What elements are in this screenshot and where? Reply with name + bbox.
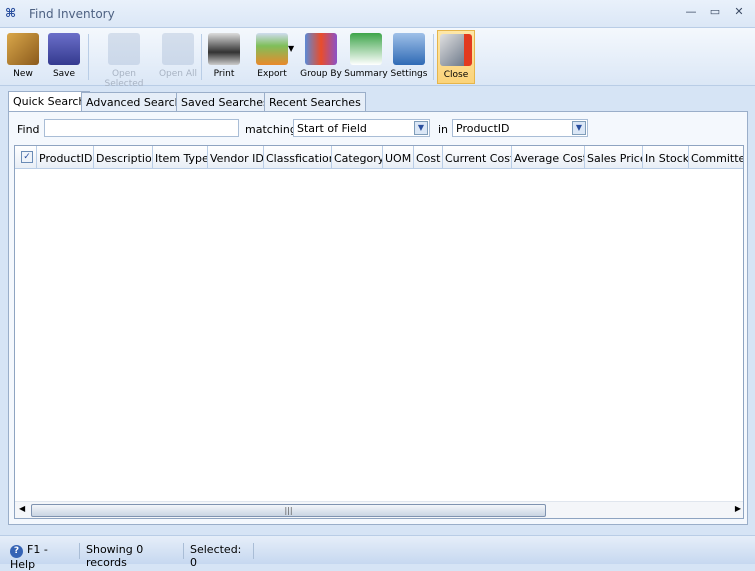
quick-search-panel: Find matching Start of Field ▼ in Product… [8,111,748,525]
binoculars-icon: ⌘ [5,6,17,20]
maximize-button[interactable]: ▭ [706,5,724,21]
export-icon [256,33,288,65]
column-header[interactable]: Average Cost [512,146,585,169]
window-title: Find Inventory [29,7,115,21]
results-grid: ✓ ProductID Description Item Type Vendor… [14,145,744,519]
select-all-column[interactable]: ✓ [15,146,37,169]
column-header[interactable]: Sales Price [585,146,643,169]
settings-button[interactable]: Settings [390,30,428,84]
help-icon: ? [10,545,23,558]
floppy-icon [48,33,80,65]
column-header[interactable]: Vendor ID [208,146,264,169]
matching-select[interactable]: Start of Field ▼ [293,119,430,137]
close-window-button[interactable]: ✕ [730,5,748,21]
find-input[interactable] [44,119,239,137]
minimize-button[interactable]: — [682,5,700,21]
column-header[interactable]: ProductID [37,146,94,169]
status-bar: ? F1 - Help Showing 0 records Selected: 0 [0,535,755,571]
column-header[interactable]: Current Cost [443,146,512,169]
close-window-icon [440,34,472,66]
tab-quick-search[interactable]: Quick Search [8,91,91,112]
group-by-button[interactable]: Group By [300,30,342,84]
open-all-icon [162,33,194,65]
tab-recent-searches[interactable]: Recent Searches [264,92,366,112]
help-status[interactable]: ? F1 - Help [4,543,80,571]
print-button[interactable]: Print [205,30,243,84]
field-select[interactable]: ProductID ▼ [452,119,588,137]
scrollbar-thumb[interactable]: ||| [31,504,546,517]
column-header[interactable]: Description [94,146,153,169]
grid-header: ✓ ProductID Description Item Type Vendor… [15,146,743,169]
chevron-down-icon[interactable]: ▼ [414,121,428,135]
select-all-checkbox[interactable]: ✓ [21,151,33,163]
matching-label: matching [245,123,297,136]
close-button[interactable]: Close [437,30,475,84]
toolbar: New Save Open Selected Open All Print Ex… [0,28,755,89]
save-button[interactable]: Save [44,30,84,84]
scroll-left-icon[interactable]: ◀ [19,504,25,513]
horizontal-scrollbar[interactable]: ◀ ||| ▶ [15,501,743,518]
settings-icon [393,33,425,65]
new-box-icon [7,33,39,65]
open-selected-button[interactable]: Open Selected [92,30,156,89]
chevron-down-icon[interactable]: ▼ [572,121,586,135]
dropdown-arrow-icon[interactable]: ▼ [288,44,294,53]
records-status: Showing 0 records [80,543,184,569]
column-header[interactable]: Item Type [153,146,208,169]
tab-saved-searches[interactable]: Saved Searches [176,92,274,112]
group-by-icon [305,33,337,65]
column-header[interactable]: Category [332,146,383,169]
selected-status: Selected: 0 [184,543,254,569]
column-header[interactable]: Committed [689,146,743,169]
tab-advanced-search[interactable]: Advanced Search [81,92,187,112]
printer-icon [208,33,240,65]
new-button[interactable]: New [4,30,42,84]
divider [433,34,434,80]
summary-button[interactable]: Summary [344,30,388,84]
column-header[interactable]: Classfication [264,146,332,169]
divider [201,34,202,80]
column-header[interactable]: In Stock [643,146,689,169]
column-header[interactable]: Cost [414,146,443,169]
divider [88,34,89,80]
find-label: Find [17,123,40,136]
scroll-right-icon[interactable]: ▶ [735,504,741,513]
open-all-button[interactable]: Open All [158,30,198,84]
summary-icon [350,33,382,65]
column-header[interactable]: UOM [383,146,414,169]
open-selected-icon [108,33,140,65]
export-button[interactable]: Export ▼ [246,30,298,84]
in-label: in [438,123,449,136]
title-bar: ⌘ Find Inventory — ▭ ✕ [0,0,755,28]
